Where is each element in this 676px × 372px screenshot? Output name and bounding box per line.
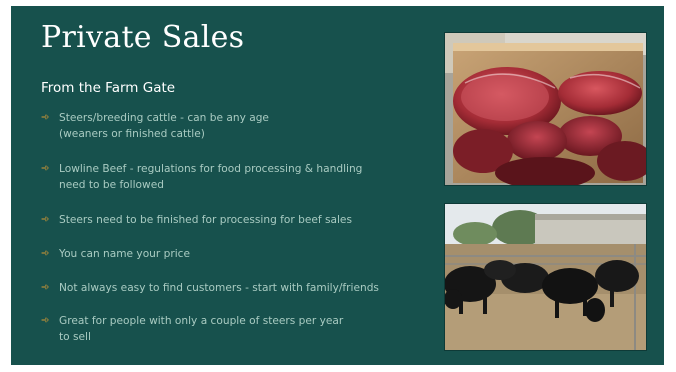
bullet-item: ➾ Steers need to be finished for process…: [41, 212, 431, 228]
presentation-slide: Private Sales From the Farm Gate ➾ Steer…: [11, 6, 664, 365]
arrow-right-icon: ➾: [41, 214, 50, 225]
bullet-item: ➾ Great for people with only a couple of…: [41, 313, 431, 345]
arrow-right-icon: ➾: [41, 112, 50, 123]
bullet-item: ➾ Not always easy to find customers - st…: [41, 280, 431, 296]
arrow-right-icon: ➾: [41, 315, 50, 326]
bullet-item: ➾ Lowline Beef - regulations for food pr…: [41, 161, 431, 193]
bullet-text: Great for people with only a couple of s…: [59, 315, 344, 343]
bullet-item: ➾ Steers/breeding cattle - can be any ag…: [41, 110, 431, 142]
beef-cuts-photo: [444, 32, 647, 186]
bullet-text: Steers need to be finished for processin…: [59, 214, 352, 226]
bullet-item: ➾ You can name your price: [41, 246, 431, 262]
bullet-text: Lowline Beef - regulations for food proc…: [59, 163, 363, 191]
slide-subtitle: From the Farm Gate: [41, 80, 176, 96]
arrow-right-icon: ➾: [41, 248, 50, 259]
arrow-right-icon: ➾: [41, 163, 50, 174]
slide-title: Private Sales: [41, 20, 245, 55]
bullet-text: You can name your price: [59, 248, 190, 260]
bullet-text: Not always easy to find customers - star…: [59, 282, 379, 294]
arrow-right-icon: ➾: [41, 282, 50, 293]
cattle-yard-photo: [444, 203, 647, 351]
bullet-list: ➾ Steers/breeding cattle - can be any ag…: [41, 110, 431, 345]
bullet-text: Steers/breeding cattle - can be any age …: [59, 112, 269, 140]
